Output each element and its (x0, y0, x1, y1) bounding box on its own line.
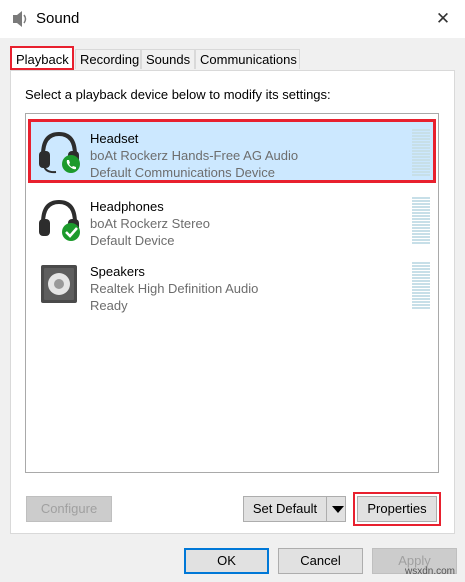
tab-communications[interactable]: Communications (195, 49, 300, 69)
device-name: Headphones (90, 199, 164, 214)
instruction-text: Select a playback device below to modify… (25, 87, 331, 102)
device-name: Headset (90, 131, 139, 146)
title-bar: Sound ✕ (0, 0, 465, 38)
close-button[interactable]: ✕ (428, 6, 458, 32)
headphones-check-icon (39, 199, 80, 241)
volume-meter (412, 262, 430, 310)
tab-recording[interactable]: Recording (75, 49, 141, 69)
cancel-button[interactable]: Cancel (278, 548, 363, 574)
chevron-down-icon (332, 506, 344, 513)
device-list[interactable]: Headset boAt Rockerz Hands-Free AG Audio… (25, 113, 439, 473)
properties-button[interactable]: Properties (357, 496, 437, 522)
set-default-dropdown-button[interactable] (326, 496, 346, 522)
headset-phone-icon (39, 131, 80, 174)
speaker-app-icon (13, 11, 27, 27)
set-default-button[interactable]: Set Default (243, 496, 327, 522)
tab-sounds[interactable]: Sounds (141, 49, 195, 69)
configure-button[interactable]: Configure (26, 496, 112, 522)
volume-meter (412, 197, 430, 245)
device-status: Default Communications Device (90, 165, 275, 180)
device-item-speakers[interactable]: Speakers Realtek High Definition Audio R… (28, 252, 436, 316)
close-icon: ✕ (435, 9, 451, 28)
device-status: Ready (90, 298, 128, 313)
tab-playback[interactable]: Playback (10, 46, 74, 70)
speaker-icon (41, 265, 77, 303)
device-status: Default Device (90, 233, 175, 248)
device-item-headphones[interactable]: Headphones boAt Rockerz Stereo Default D… (28, 187, 436, 251)
device-description: Realtek High Definition Audio (90, 281, 259, 296)
device-name: Speakers (90, 264, 145, 279)
device-description: boAt Rockerz Hands-Free AG Audio (90, 148, 299, 163)
device-description: boAt Rockerz Stereo (90, 216, 210, 231)
watermark: wsxdn.com (405, 566, 456, 577)
device-item-headset[interactable]: Headset boAt Rockerz Hands-Free AG Audio… (28, 119, 436, 183)
ok-button[interactable]: OK (184, 548, 269, 574)
volume-meter (412, 129, 430, 177)
window-title: Sound (36, 10, 80, 27)
